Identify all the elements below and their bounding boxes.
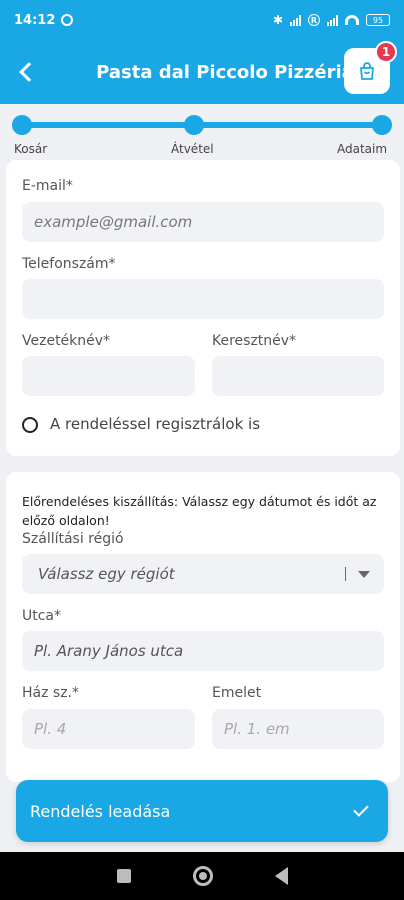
region-select[interactable]: Válassz egy régiót bbox=[22, 554, 384, 594]
battery-icon: 95 bbox=[366, 14, 390, 26]
step-label-details: Adataim bbox=[337, 142, 388, 156]
step-dot-pickup[interactable] bbox=[184, 115, 204, 135]
check-icon bbox=[353, 801, 369, 817]
step-label-pickup: Átvétel bbox=[171, 142, 214, 156]
back-triangle-icon[interactable] bbox=[274, 867, 288, 885]
email-field[interactable]: example@gmail.com bbox=[22, 202, 384, 242]
region-selected-value: Válassz egy régiót bbox=[38, 565, 175, 583]
floor-label: Emelet bbox=[212, 685, 262, 701]
cart-button[interactable]: 1 bbox=[344, 41, 397, 94]
firstname-label: Keresztnév* bbox=[212, 333, 297, 349]
lastname-field[interactable] bbox=[22, 356, 195, 396]
floor-placeholder: Pl. 1. em bbox=[224, 720, 290, 738]
chevron-down-icon bbox=[358, 571, 370, 578]
house-number-label: Ház sz.* bbox=[22, 685, 79, 701]
app-header: Pasta dal Piccolo Pizzéria 1 bbox=[0, 40, 404, 104]
status-icons: ✱ R 95 bbox=[273, 13, 390, 27]
shopping-bag-icon bbox=[360, 62, 374, 80]
phone-field[interactable] bbox=[22, 279, 384, 319]
cart-count-badge: 1 bbox=[375, 41, 397, 63]
register-radio[interactable] bbox=[22, 417, 38, 433]
select-separator bbox=[345, 567, 346, 581]
alarm-icon bbox=[61, 14, 74, 26]
street-label: Utca* bbox=[22, 608, 62, 624]
lastname-label: Vezetéknév* bbox=[22, 333, 111, 349]
system-nav-bar bbox=[0, 852, 404, 900]
status-bar: 14:12 ✱ R 95 bbox=[0, 0, 404, 40]
recent-apps-icon[interactable] bbox=[116, 869, 131, 883]
house-number-placeholder: Pl. 4 bbox=[34, 720, 67, 738]
street-value: Pl. Arany János utca bbox=[34, 642, 184, 660]
firstname-field[interactable] bbox=[212, 356, 384, 396]
step-label-cart: Kosár bbox=[14, 142, 48, 156]
contact-card: E-mail* example@gmail.com Telefonszám* V… bbox=[6, 160, 400, 456]
register-radio-label[interactable]: A rendeléssel regisztrálok is bbox=[50, 415, 260, 433]
step-dot-details[interactable] bbox=[372, 115, 392, 135]
preorder-note: Előrendeléses kiszállítás: Válassz egy d… bbox=[22, 494, 377, 528]
house-number-field[interactable]: Pl. 4 bbox=[22, 709, 195, 749]
email-label: E-mail* bbox=[22, 178, 73, 194]
floor-field[interactable]: Pl. 1. em bbox=[212, 709, 384, 749]
step-dot-cart[interactable] bbox=[12, 115, 32, 135]
delivery-card: Előrendeléses kiszállítás: Válassz egy d… bbox=[6, 472, 400, 782]
signal-icon-2 bbox=[327, 14, 338, 26]
back-button[interactable] bbox=[0, 40, 52, 104]
home-icon[interactable] bbox=[192, 866, 213, 886]
bluetooth-icon: ✱ bbox=[272, 13, 283, 27]
region-label: Szállítási régió bbox=[22, 531, 124, 547]
signal-icon bbox=[290, 14, 301, 26]
checkout-stepper: Kosár Átvétel Adataim bbox=[0, 104, 404, 156]
wifi-icon bbox=[345, 15, 359, 25]
registered-icon: R bbox=[308, 14, 320, 26]
chevron-left-icon bbox=[19, 62, 39, 82]
email-placeholder: example@gmail.com bbox=[34, 213, 193, 231]
status-time: 14:12 bbox=[14, 12, 56, 28]
submit-order-button[interactable]: Rendelés leadása bbox=[16, 780, 388, 842]
submit-order-label: Rendelés leadása bbox=[30, 801, 171, 821]
street-field[interactable]: Pl. Arany János utca bbox=[22, 631, 384, 671]
phone-label: Telefonszám* bbox=[22, 256, 116, 272]
battery-level: 95 bbox=[372, 15, 384, 25]
